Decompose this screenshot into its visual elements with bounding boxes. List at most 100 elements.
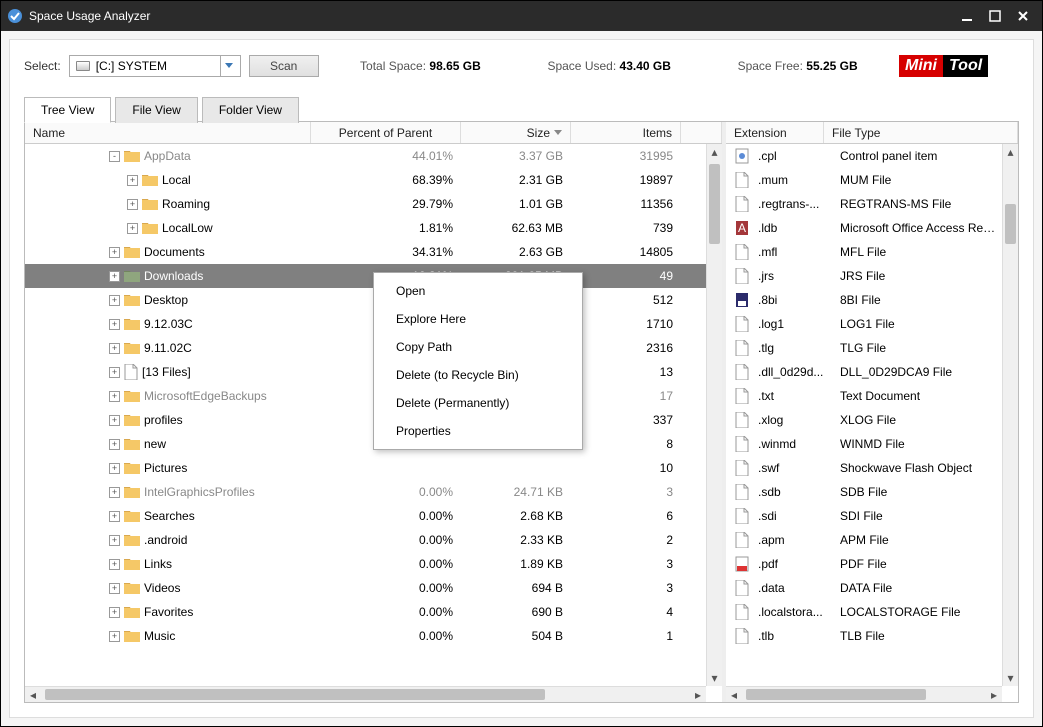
tree-row[interactable]: +MicrosoftEdgeBackups17 [25, 384, 706, 408]
tab-tree-view[interactable]: Tree View [24, 97, 111, 123]
col-filetype[interactable]: File Type [824, 122, 1018, 143]
col-extension[interactable]: Extension [726, 122, 824, 143]
expander[interactable]: + [109, 247, 120, 258]
context-menu-item[interactable]: Delete (to Recycle Bin) [374, 361, 582, 389]
scroll-thumb[interactable] [746, 689, 926, 700]
ext-row[interactable]: .8bi8BI File [726, 288, 1002, 312]
minimize-button[interactable] [960, 9, 974, 23]
ext-row[interactable]: .apmAPM File [726, 528, 1002, 552]
tree-row[interactable]: +Local68.39%2.31 GB19897 [25, 168, 706, 192]
expander[interactable]: + [127, 223, 138, 234]
ext-row[interactable]: .tlbTLB File [726, 624, 1002, 648]
expander[interactable]: + [109, 631, 120, 642]
scroll-right-icon[interactable]: ▸ [986, 687, 1002, 702]
maximize-button[interactable] [988, 9, 1002, 23]
tree-row[interactable]: +Music0.00%504 B1 [25, 624, 706, 648]
tree-row[interactable]: +IntelGraphicsProfiles0.00%24.71 KB3 [25, 480, 706, 504]
ext-horizontal-scrollbar[interactable]: ◂ ▸ [726, 686, 1002, 702]
context-menu-item[interactable]: Open [374, 277, 582, 305]
tree-horizontal-scrollbar[interactable]: ◂ ▸ [25, 686, 706, 702]
ext-row[interactable]: .sdiSDI File [726, 504, 1002, 528]
expander[interactable]: + [109, 607, 120, 618]
expander[interactable]: + [109, 439, 120, 450]
tree-row[interactable]: +Pictures10 [25, 456, 706, 480]
ext-row[interactable]: .tlgTLG File [726, 336, 1002, 360]
ext-row[interactable]: .swfShockwave Flash Object [726, 456, 1002, 480]
ext-row[interactable]: .dataDATA File [726, 576, 1002, 600]
tree-row[interactable]: +new8 [25, 432, 706, 456]
expander[interactable]: + [109, 367, 120, 378]
ext-name: .mum [758, 173, 834, 187]
context-menu-item[interactable]: Copy Path [374, 333, 582, 361]
tree-row[interactable]: +Links0.00%1.89 KB3 [25, 552, 706, 576]
col-size[interactable]: Size [461, 122, 571, 143]
ext-row[interactable]: .localstora...LOCALSTORAGE File [726, 600, 1002, 624]
tree-row[interactable]: +Documents34.31%2.63 GB14805 [25, 240, 706, 264]
ext-row[interactable]: .log1LOG1 File [726, 312, 1002, 336]
ext-row[interactable]: .regtrans-...REGTRANS-MS File [726, 192, 1002, 216]
tree-row[interactable]: +Downloads10.31%801.65 MB49 [25, 264, 706, 288]
ext-row[interactable]: .sdbSDB File [726, 480, 1002, 504]
ext-row[interactable]: .mumMUM File [726, 168, 1002, 192]
scroll-down-icon[interactable]: ▾ [707, 670, 722, 686]
ext-row[interactable]: A.ldbMicrosoft Office Access Record [726, 216, 1002, 240]
col-percent[interactable]: Percent of Parent [311, 122, 461, 143]
tab-file-view[interactable]: File View [115, 97, 197, 123]
context-menu-item[interactable]: Explore Here [374, 305, 582, 333]
tree-row[interactable]: +9.11.02C2316 [25, 336, 706, 360]
tree-row[interactable]: +.android0.00%2.33 KB2 [25, 528, 706, 552]
context-menu-item[interactable]: Delete (Permanently) [374, 389, 582, 417]
scroll-left-icon[interactable]: ◂ [726, 687, 742, 702]
ext-row[interactable]: .winmdWINMD File [726, 432, 1002, 456]
scroll-left-icon[interactable]: ◂ [25, 687, 41, 702]
tree-row[interactable]: +profiles337 [25, 408, 706, 432]
scroll-up-icon[interactable]: ▴ [1003, 144, 1018, 160]
expander[interactable]: + [109, 463, 120, 474]
expander[interactable]: + [109, 271, 120, 282]
expander[interactable]: + [109, 487, 120, 498]
tree-row[interactable]: +Videos0.00%694 B3 [25, 576, 706, 600]
tree-row[interactable]: -AppData44.01%3.37 GB31995 [25, 144, 706, 168]
expander[interactable]: + [109, 511, 120, 522]
expander[interactable]: + [109, 415, 120, 426]
scroll-up-icon[interactable]: ▴ [707, 144, 722, 160]
expander[interactable]: + [109, 391, 120, 402]
expander[interactable]: + [109, 583, 120, 594]
scroll-down-icon[interactable]: ▾ [1003, 670, 1018, 686]
col-items[interactable]: Items [571, 122, 681, 143]
ext-row[interactable]: .mflMFL File [726, 240, 1002, 264]
tree-row[interactable]: +Desktop512 [25, 288, 706, 312]
tree-row[interactable]: +9.12.03C1710 [25, 312, 706, 336]
ext-row[interactable]: .jrsJRS File [726, 264, 1002, 288]
tree-row[interactable]: +Favorites0.00%690 B4 [25, 600, 706, 624]
expander[interactable]: + [109, 295, 120, 306]
tree-row[interactable]: +Roaming29.79%1.01 GB11356 [25, 192, 706, 216]
ext-row[interactable]: .pdfPDF File [726, 552, 1002, 576]
ext-row[interactable]: .xlogXLOG File [726, 408, 1002, 432]
ext-row[interactable]: .cplControl panel item [726, 144, 1002, 168]
scan-button[interactable]: Scan [249, 55, 319, 77]
col-name[interactable]: Name [25, 122, 311, 143]
ext-row[interactable]: .txtText Document [726, 384, 1002, 408]
expander[interactable]: + [127, 175, 138, 186]
context-menu-item[interactable]: Properties [374, 417, 582, 445]
expander[interactable]: - [109, 151, 120, 162]
scroll-right-icon[interactable]: ▸ [690, 687, 706, 702]
expander[interactable]: + [109, 559, 120, 570]
scroll-thumb[interactable] [709, 164, 720, 244]
expander[interactable]: + [109, 535, 120, 546]
scroll-thumb[interactable] [1005, 204, 1016, 244]
tab-folder-view[interactable]: Folder View [202, 97, 299, 123]
drive-select[interactable]: [C:] SYSTEM [69, 55, 241, 77]
tree-row[interactable]: +[13 Files]13 [25, 360, 706, 384]
expander[interactable]: + [109, 343, 120, 354]
tree-row[interactable]: +LocalLow1.81%62.63 MB739 [25, 216, 706, 240]
tree-vertical-scrollbar[interactable]: ▴ ▾ [706, 144, 722, 686]
expander[interactable]: + [127, 199, 138, 210]
close-button[interactable] [1016, 9, 1030, 23]
ext-row[interactable]: .dll_0d29d...DLL_0D29DCA9 File [726, 360, 1002, 384]
ext-vertical-scrollbar[interactable]: ▴ ▾ [1002, 144, 1018, 686]
expander[interactable]: + [109, 319, 120, 330]
scroll-thumb[interactable] [45, 689, 545, 700]
tree-row[interactable]: +Searches0.00%2.68 KB6 [25, 504, 706, 528]
